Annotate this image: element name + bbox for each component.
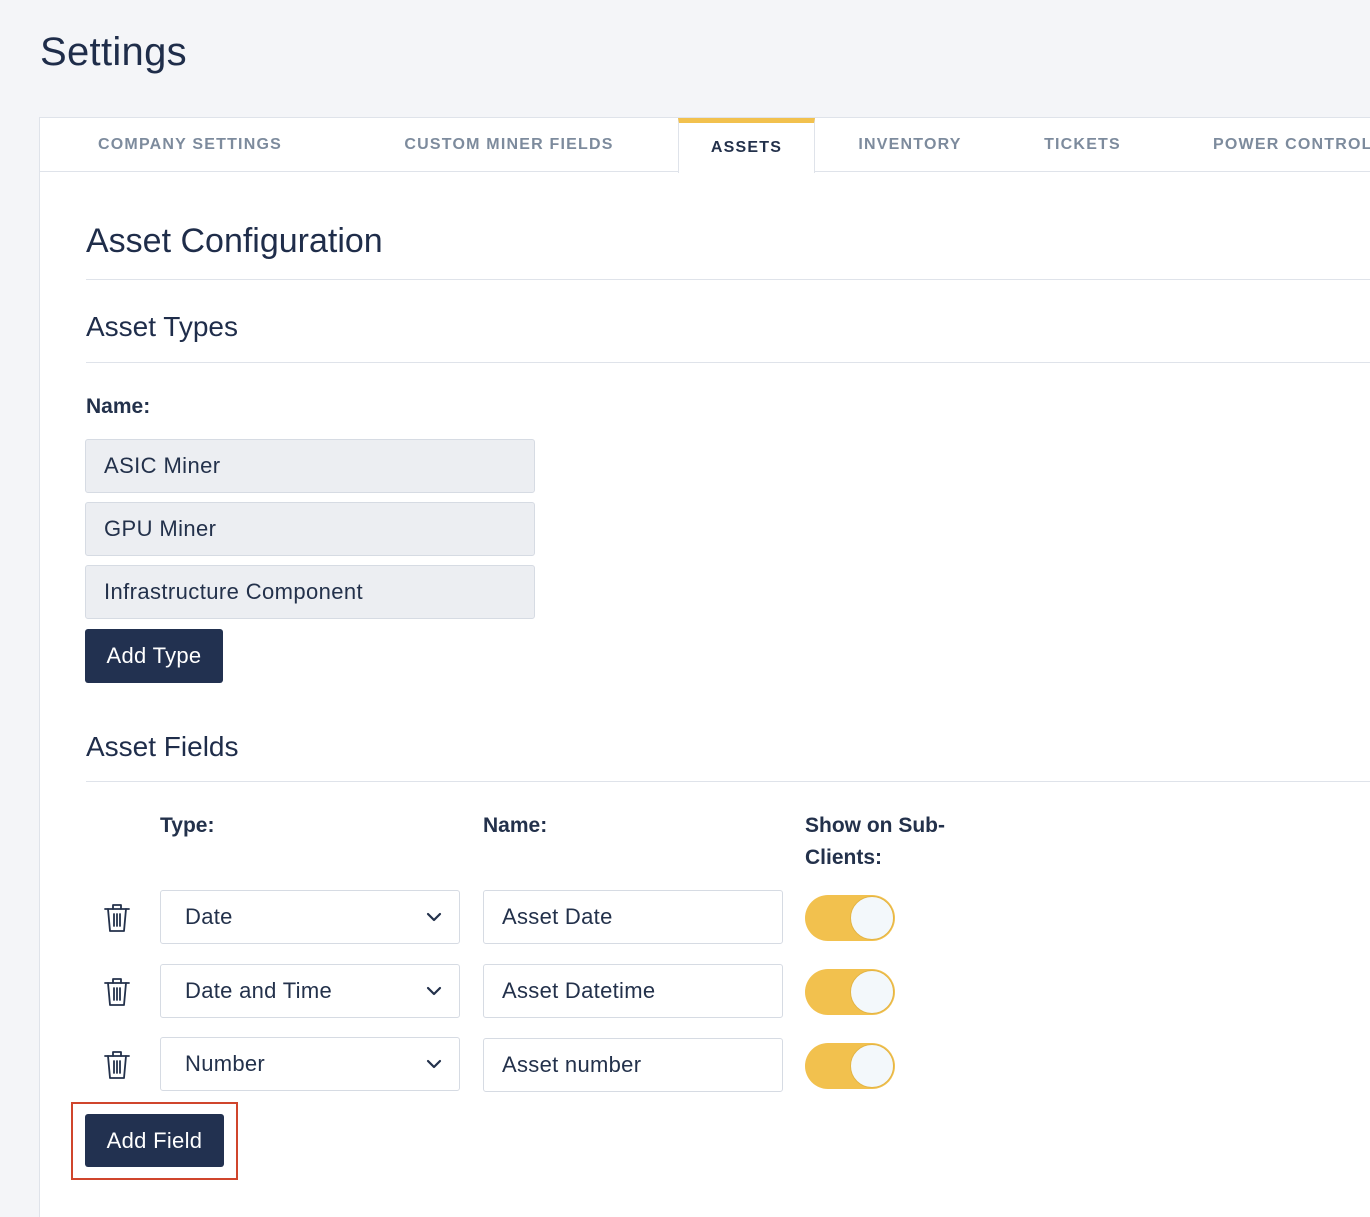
asset-type-item[interactable]: ASIC Miner xyxy=(85,439,535,493)
field-name-column-label: Name: xyxy=(483,814,548,837)
tab-company-settings[interactable]: COMPANY SETTINGS xyxy=(40,118,340,172)
chevron-down-icon xyxy=(426,912,442,922)
asset-types-title: Asset Types xyxy=(86,311,239,342)
tab-assets[interactable]: ASSETS xyxy=(678,118,815,173)
field-type-value: Number xyxy=(185,1051,266,1076)
tab-bar: COMPANY SETTINGS CUSTOM MINER FIELDS ASS… xyxy=(40,118,1370,173)
field-type-select[interactable]: Date and Time xyxy=(160,964,460,1018)
field-type-value: Date xyxy=(185,904,233,929)
field-type-select[interactable]: Date xyxy=(160,890,460,944)
toggle-knob xyxy=(850,970,894,1014)
asset-type-item[interactable]: GPU Miner xyxy=(85,502,535,556)
show-on-subclients-toggle[interactable] xyxy=(805,1043,895,1089)
tab-custom-miner-fields[interactable]: CUSTOM MINER FIELDS xyxy=(340,118,678,172)
field-name-input[interactable] xyxy=(483,890,783,944)
tab-inventory[interactable]: INVENTORY xyxy=(815,118,1005,172)
field-name-input[interactable] xyxy=(483,1038,783,1092)
toggle-knob xyxy=(850,1044,894,1088)
field-name-input[interactable] xyxy=(483,964,783,1018)
asset-configuration-title: Asset Configuration xyxy=(86,222,383,260)
show-on-subclients-toggle[interactable] xyxy=(805,895,895,941)
add-field-button[interactable]: Add Field xyxy=(85,1114,224,1167)
divider xyxy=(86,279,1370,280)
tab-power-control[interactable]: POWER CONTROL xyxy=(1160,118,1370,172)
settings-panel: COMPANY SETTINGS CUSTOM MINER FIELDS ASS… xyxy=(39,117,1370,1217)
field-type-value: Date and Time xyxy=(185,978,332,1003)
show-on-subclients-toggle[interactable] xyxy=(805,969,895,1015)
field-type-column-label: Type: xyxy=(160,814,215,837)
chevron-down-icon xyxy=(426,1059,442,1069)
divider xyxy=(86,362,1370,363)
asset-fields-title: Asset Fields xyxy=(86,731,239,762)
toggle-knob xyxy=(850,896,894,940)
trash-icon[interactable] xyxy=(104,977,130,1007)
asset-type-item[interactable]: Infrastructure Component xyxy=(85,565,535,619)
add-type-button[interactable]: Add Type xyxy=(85,629,223,683)
asset-type-name-label: Name: xyxy=(86,395,151,418)
chevron-down-icon xyxy=(426,986,442,996)
trash-icon[interactable] xyxy=(104,1050,130,1080)
trash-icon[interactable] xyxy=(104,903,130,933)
field-type-select[interactable]: Number xyxy=(160,1037,460,1091)
page-title: Settings xyxy=(40,30,187,74)
divider xyxy=(86,781,1370,782)
tab-tickets[interactable]: TICKETS xyxy=(1005,118,1160,172)
show-on-subclients-column-label: Show on Sub-Clients: xyxy=(805,814,945,869)
